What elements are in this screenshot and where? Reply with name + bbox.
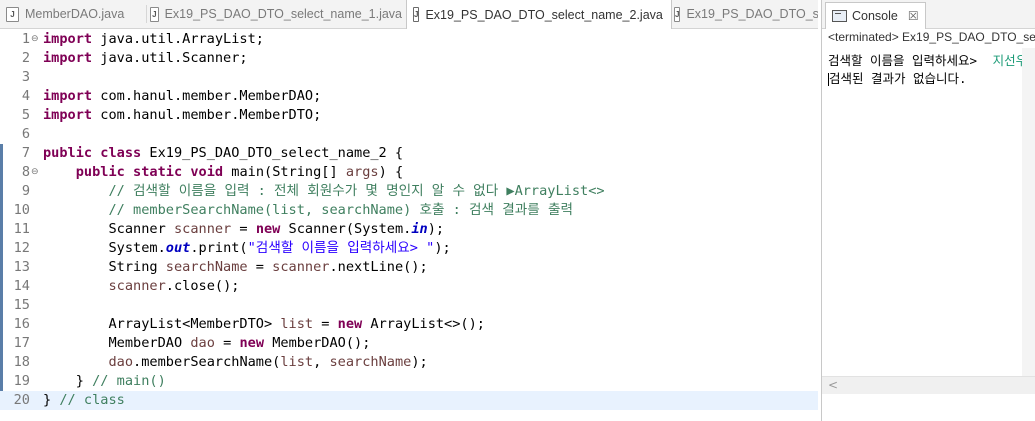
code-line[interactable]: 12 System.out.print("검색할 이름을 입력하세요> "); <box>0 239 818 258</box>
console-horizontal-scrollbar[interactable]: < <box>822 376 1035 394</box>
code-text: // 검색할 이름을 입력 : 전체 회원수가 몇 명인지 알 수 없다 ▶Ar… <box>108 183 605 199</box>
tab-label: MemberDAO.java <box>25 7 125 21</box>
line-number: 6 <box>21 126 30 142</box>
console-view[interactable]: Console ☒ <terminated> Ex19_PS_DAO_DTO_s… <box>821 0 1035 421</box>
code-line[interactable]: 15 <box>0 296 818 315</box>
code-line[interactable]: 11 Scanner scanner = new Scanner(System.… <box>0 220 818 239</box>
code-line[interactable]: 19 } // main() <box>0 372 818 391</box>
code-line[interactable]: 6 <box>0 125 818 144</box>
code-text: dao.memberSearchName(list, searchName); <box>108 354 428 370</box>
code-text: import java.util.Scanner; <box>43 50 248 66</box>
code-text: public class Ex19_PS_DAO_DTO_select_name… <box>43 145 404 161</box>
code-line[interactable]: 17 MemberDAO dao = new MemberDAO(); <box>0 334 818 353</box>
code-text: scanner.close(); <box>108 278 240 294</box>
scroll-left-arrow-icon[interactable]: < <box>828 377 838 394</box>
code-line[interactable]: 10 // memberSearchName(list, searchName)… <box>0 201 818 220</box>
editor-tab-bar: J MemberDAO.java J Ex19_PS_DAO_DTO_selec… <box>0 0 818 29</box>
line-number: 8 <box>21 164 30 180</box>
code-text: import com.hanul.member.MemberDAO; <box>43 88 322 104</box>
line-number: 17 <box>13 335 30 351</box>
code-text: import com.hanul.member.MemberDTO; <box>43 107 322 123</box>
line-number: 5 <box>21 107 30 123</box>
code-line[interactable]: 9 // 검색할 이름을 입력 : 전체 회원수가 몇 명인지 알 수 없다 ▶… <box>0 182 818 201</box>
code-editor[interactable]: J MemberDAO.java J Ex19_PS_DAO_DTO_selec… <box>0 0 818 421</box>
console-tab-bar: Console ☒ <box>822 0 1035 29</box>
code-text: ArrayList<MemberDTO> list = new ArrayLis… <box>43 316 485 332</box>
code-text: import java.util.ArrayList; <box>43 31 264 47</box>
code-text: Scanner scanner = new Scanner(System.in)… <box>43 221 445 237</box>
tab-separator <box>146 5 147 23</box>
java-file-icon: J <box>150 6 159 22</box>
line-number: 13 <box>13 259 30 275</box>
java-file-icon: J <box>413 7 420 22</box>
code-line[interactable]: 5 import com.hanul.member.MemberDTO; <box>0 106 818 125</box>
code-text: System.out.print("검색할 이름을 입력하세요> "); <box>43 240 451 256</box>
code-line[interactable]: 18 dao.memberSearchName(list, searchName… <box>0 353 818 372</box>
code-text: MemberDAO dao = new MemberDAO(); <box>43 335 371 351</box>
tab-select-name-2[interactable]: J Ex19_PS_DAO_DTO_select_name_2.java ⊠ <box>406 0 672 29</box>
console-output-line: 검색할 이름을 입력하세요> 지선우 <box>828 50 1027 69</box>
tab-memberdao[interactable]: J MemberDAO.java <box>6 0 142 28</box>
code-line[interactable]: 20 } // class <box>0 391 818 410</box>
line-number: 12 <box>13 240 30 256</box>
line-number: 19 <box>13 373 30 389</box>
console-prompt-text: 검색할 이름을 입력하세요> <box>828 53 978 68</box>
code-text: public static void main(String[] args) { <box>75 164 404 180</box>
code-line[interactable]: 7 public class Ex19_PS_DAO_DTO_select_nam… <box>0 144 818 163</box>
fold-toggle-icon[interactable]: ⊖ <box>31 30 39 49</box>
code-line[interactable]: 3 <box>0 68 818 87</box>
code-line[interactable]: 14 scanner.close(); <box>0 277 818 296</box>
line-number: 15 <box>13 297 30 313</box>
line-number: 9 <box>21 183 30 199</box>
tab-label: Ex19_PS_DAO_DTO_select_name_2.java <box>425 7 663 22</box>
tab-label: Ex19_PS_DAO_DTO_select_name_1.java <box>164 7 402 21</box>
line-number: 10 <box>13 202 30 218</box>
line-number: 4 <box>21 88 30 104</box>
line-number: 1 <box>21 31 30 47</box>
code-text: } // main() <box>43 373 166 389</box>
code-line[interactable]: 1 ⊖ import java.util.ArrayList; <box>0 30 818 49</box>
java-file-icon: J <box>674 6 681 22</box>
line-number: 2 <box>21 50 30 66</box>
line-number: 11 <box>13 221 30 237</box>
fold-toggle-icon[interactable]: ⊖ <box>31 163 39 182</box>
line-number: 18 <box>13 354 30 370</box>
code-line[interactable]: 13 String searchName = scanner.nextLine(… <box>0 258 818 277</box>
code-text: } // class <box>43 392 125 408</box>
tab-select-name-1[interactable]: J Ex19_PS_DAO_DTO_select_name_1.java <box>150 0 402 28</box>
console-status: <terminated> Ex19_PS_DAO_DTO_sele <box>828 30 1035 44</box>
console-output-line: 검색된 결과가 없습니다. <box>828 68 967 87</box>
code-text: String searchName = scanner.nextLine(); <box>43 259 428 275</box>
code-area[interactable]: 1 ⊖ import java.util.ArrayList; 2 import jav… <box>0 30 818 410</box>
code-line[interactable]: 2 import java.util.Scanner; <box>0 49 818 68</box>
console-tab-label: Console <box>852 9 898 23</box>
console-result-text: 검색된 결과가 없습니다. <box>829 71 967 86</box>
line-number: 20 <box>13 392 30 408</box>
code-line[interactable]: 16 ArrayList<MemberDTO> list = new Array… <box>0 315 818 334</box>
line-number: 14 <box>13 278 30 294</box>
tab-console[interactable]: Console ☒ <box>825 2 926 29</box>
console-vertical-scrollbar[interactable] <box>1022 48 1035 376</box>
code-line[interactable]: 4 import com.hanul.member.MemberDAO; <box>0 87 818 106</box>
code-text: // memberSearchName(list, searchName) 호출… <box>108 202 573 218</box>
tab-label: Ex19_PS_DAO_DTO_sele <box>686 7 818 21</box>
close-icon[interactable]: ☒ <box>908 9 919 23</box>
tab-select-name-3[interactable]: J Ex19_PS_DAO_DTO_sele <box>674 0 818 28</box>
java-file-icon: J <box>6 6 19 22</box>
line-number: 16 <box>13 316 30 332</box>
console-monitor-icon <box>832 10 847 22</box>
line-number: 3 <box>21 69 30 85</box>
code-line[interactable]: 8 ⊖ public static void main(String[] args… <box>0 163 818 182</box>
line-number: 7 <box>21 145 30 161</box>
